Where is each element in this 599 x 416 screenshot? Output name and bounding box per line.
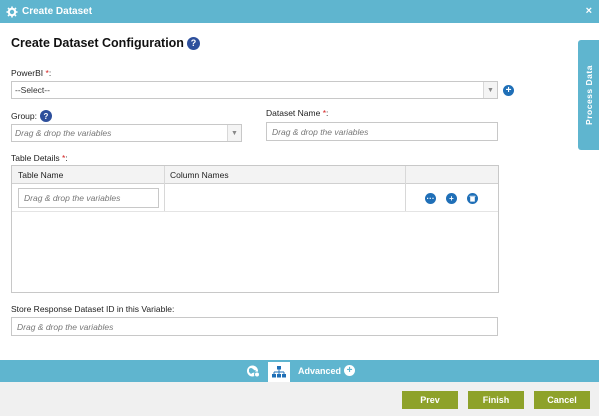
column-header-table-name: Table Name: [18, 170, 64, 180]
add-powerbi-icon[interactable]: +: [503, 85, 514, 96]
finish-button[interactable]: Finish: [468, 391, 524, 409]
page-title: Create Dataset Configuration ?: [11, 36, 200, 50]
advanced-button[interactable]: Advanced +: [298, 365, 356, 376]
prev-button[interactable]: Prev: [402, 391, 458, 409]
footer: Prev Finish Cancel: [0, 382, 599, 416]
process-data-tab[interactable]: Process Data: [578, 40, 599, 150]
powerbi-label: PowerBI *:: [11, 68, 52, 78]
advanced-label: Advanced: [298, 365, 342, 376]
dataset-name-label: Dataset Name *:: [266, 108, 329, 118]
group-placeholder: Drag & drop the variables: [15, 128, 112, 138]
chevron-down-icon: ▼: [483, 82, 497, 98]
powerbi-select[interactable]: --Select-- ▼: [11, 81, 498, 99]
close-button[interactable]: ×: [586, 5, 592, 17]
title-bar: Create Dataset ×: [0, 0, 599, 23]
gear-icon: [6, 6, 18, 18]
process-data-label: Process Data: [583, 65, 594, 125]
window-title: Create Dataset: [22, 6, 93, 17]
column-header-column-names: Column Names: [170, 170, 229, 180]
group-help-icon[interactable]: ?: [40, 110, 52, 122]
page-title-text: Create Dataset Configuration: [11, 36, 184, 50]
store-response-input[interactable]: Drag & drop the variables: [11, 317, 498, 336]
table-details-grid: Table Name Column Names Drag & drop the …: [11, 165, 499, 293]
chevron-down-icon: ▼: [227, 125, 241, 141]
group-label: Group: ?: [11, 110, 52, 122]
powerbi-selected-value: --Select--: [15, 85, 50, 95]
delete-row-icon[interactable]: [467, 193, 478, 204]
plus-circle-icon: +: [344, 365, 356, 376]
globe-settings-icon[interactable]: [245, 363, 261, 379]
more-options-icon[interactable]: ···: [425, 193, 436, 204]
help-icon[interactable]: ?: [186, 36, 200, 50]
bottom-toolbar: Advanced +: [0, 360, 599, 382]
cancel-button[interactable]: Cancel: [534, 391, 590, 409]
table-details-label: Table Details *:: [11, 153, 68, 163]
hierarchy-icon[interactable]: [268, 362, 290, 382]
add-row-icon[interactable]: +: [446, 193, 457, 204]
table-name-input[interactable]: Drag & drop the variables: [18, 188, 159, 208]
group-select[interactable]: Drag & drop the variables ▼: [11, 124, 242, 142]
dataset-name-input[interactable]: Drag & drop the variables: [266, 122, 498, 141]
store-response-label: Store Response Dataset ID in this Variab…: [11, 304, 175, 314]
